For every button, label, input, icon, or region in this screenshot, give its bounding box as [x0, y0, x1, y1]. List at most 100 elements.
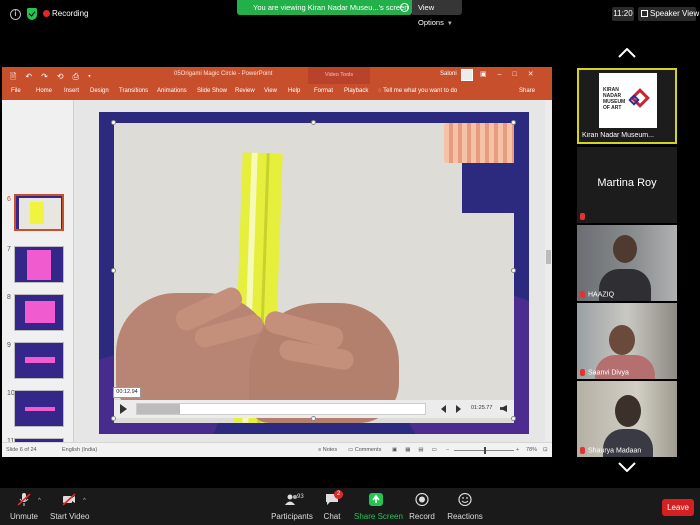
- slide-thumbnail-image[interactable]: [14, 246, 64, 283]
- ribbon-tab-view[interactable]: View: [264, 88, 277, 94]
- slide-thumbnail-image[interactable]: [14, 294, 64, 331]
- zoom-slider-knob[interactable]: [484, 447, 486, 454]
- ribbon-tab-insert[interactable]: Insert: [64, 88, 79, 94]
- meeting-top-bar: i Recording You are viewing Kiran Nadar …: [0, 0, 700, 28]
- record-button[interactable]: Record: [408, 488, 436, 525]
- chevron-up-icon[interactable]: ^: [38, 498, 41, 504]
- participant-tile[interactable]: Shaurya Madaan: [577, 381, 677, 457]
- share-screen-label: Share Screen: [354, 512, 403, 521]
- chat-button[interactable]: 2 Chat: [321, 488, 343, 525]
- vertical-scrollbar[interactable]: [545, 100, 552, 442]
- start-video-button[interactable]: Start Video: [50, 488, 89, 525]
- ribbon-tab-design[interactable]: Design: [90, 88, 109, 94]
- slide-number: 8: [7, 294, 11, 301]
- museum-logo: KIRAN NADAR MUSEUM OF ART: [599, 73, 657, 128]
- skip-forward-icon[interactable]: [456, 405, 461, 413]
- selection-handle[interactable]: [311, 120, 316, 125]
- muted-microphone-icon: [580, 368, 585, 376]
- tell-me-label: Tell me what you want to do: [383, 88, 458, 94]
- notes-button[interactable]: ≡ Notes: [318, 447, 337, 453]
- comments-button[interactable]: ▭ Comments: [348, 447, 381, 453]
- ribbon-tab-format[interactable]: Format: [314, 88, 333, 94]
- selection-handle[interactable]: [111, 120, 116, 125]
- participant-tile[interactable]: HAAZIQ: [577, 225, 677, 301]
- zoom-meeting-window: i Recording You are viewing Kiran Nadar …: [0, 0, 700, 525]
- ribbon-tab-transitions[interactable]: Transitions: [119, 88, 148, 94]
- user-avatar[interactable]: [461, 69, 473, 81]
- scrollbar-thumb[interactable]: [546, 250, 551, 264]
- selection-handle[interactable]: [511, 416, 516, 421]
- embedded-video[interactable]: [114, 123, 514, 423]
- slide-number: 7: [7, 246, 11, 253]
- muted-microphone-icon: [17, 493, 31, 506]
- ribbon-tab-help[interactable]: Help: [288, 88, 300, 94]
- participants-label: Participants: [271, 512, 313, 521]
- ribbon-tab-home[interactable]: Home: [36, 88, 52, 94]
- participant-tile[interactable]: Martina Roy: [577, 147, 677, 223]
- selection-handle[interactable]: [111, 268, 116, 273]
- reactions-button[interactable]: Reactions: [446, 488, 484, 525]
- chevron-up-icon[interactable]: ^: [83, 498, 86, 504]
- video-seek-track[interactable]: [136, 403, 426, 415]
- slide-thumbnail-image[interactable]: [14, 194, 64, 231]
- ribbon-share-button[interactable]: Share: [519, 88, 535, 94]
- fit-slide-icon[interactable]: ⊡: [543, 447, 548, 453]
- notes-label: Notes: [322, 447, 338, 453]
- chevron-up-icon[interactable]: [618, 48, 636, 58]
- slide-thumbnail[interactable]: 9: [2, 342, 73, 382]
- ribbon-tab-slide-show[interactable]: Slide Show: [197, 88, 227, 94]
- slide-thumbnail[interactable]: 10: [2, 390, 73, 430]
- meeting-clock: 11:20: [612, 7, 634, 21]
- video-tools-label: Video Tools: [308, 67, 370, 84]
- view-options-button[interactable]: View Options ▼: [412, 0, 462, 27]
- slide-thumbnail-pane[interactable]: 6 7 8 9 10 11: [2, 100, 74, 442]
- volume-icon[interactable]: [500, 405, 507, 412]
- zoom-level[interactable]: 78%: [526, 447, 537, 453]
- ribbon-tab-playback[interactable]: Playback: [344, 88, 368, 94]
- slide-thumbnail[interactable]: 8: [2, 294, 73, 334]
- language-indicator[interactable]: English (India): [62, 447, 97, 453]
- selection-handle[interactable]: [511, 268, 516, 273]
- slide-editing-canvas[interactable]: 00:12.94 01:25.77: [75, 100, 543, 442]
- slide-thumbnail[interactable]: 6: [2, 194, 73, 236]
- ribbon-tab-review[interactable]: Review: [235, 88, 255, 94]
- current-slide[interactable]: 00:12.94 01:25.77: [99, 112, 529, 434]
- slide-thumbnail[interactable]: 7: [2, 246, 73, 286]
- unmute-button[interactable]: Unmute: [6, 488, 42, 525]
- participant-tile[interactable]: Saanvi Divya: [577, 303, 677, 379]
- zoom-out-icon[interactable]: −: [446, 447, 449, 453]
- participant-tile[interactable]: KIRAN NADAR MUSEUM OF ART Kiran Nadar Mu…: [577, 68, 677, 144]
- chevron-down-icon[interactable]: [618, 462, 636, 472]
- share-screen-button[interactable]: Share Screen: [354, 488, 403, 525]
- signed-in-user[interactable]: Saloni: [440, 71, 457, 77]
- quick-access-toolbar[interactable]: 🗎↶↷⟲⎙▾: [10, 71, 100, 85]
- record-label: Record: [409, 512, 435, 521]
- selection-handle[interactable]: [511, 120, 516, 125]
- skip-back-icon[interactable]: [441, 405, 446, 413]
- security-shield-icon[interactable]: [27, 8, 37, 20]
- tell-me-search[interactable]: ◌ Tell me what you want to do: [378, 88, 457, 94]
- slide-thumbnail-5[interactable]: [2, 100, 73, 130]
- slide-number: 6: [7, 196, 11, 203]
- view-options-label: View Options: [418, 3, 444, 27]
- selection-handle[interactable]: [311, 416, 316, 421]
- ribbon-tab-animations[interactable]: Animations: [157, 88, 187, 94]
- ribbon-tab-file[interactable]: File: [11, 88, 21, 94]
- slide-thumbnail-image[interactable]: [14, 390, 64, 427]
- ribbon-tab-bar: File Home Insert Design Transitions Anim…: [2, 84, 552, 100]
- view-mode-buttons[interactable]: ▣▦▤▭: [392, 447, 445, 453]
- participants-button[interactable]: 93 Participants: [268, 488, 316, 525]
- speaker-view-button[interactable]: Speaker View: [638, 7, 699, 21]
- leave-button[interactable]: Leave: [662, 499, 694, 516]
- play-icon[interactable]: [120, 404, 127, 414]
- participant-name: Saanvi Divya: [580, 368, 629, 376]
- share-screen-icon: [369, 493, 383, 506]
- selection-handle[interactable]: [111, 416, 116, 421]
- slide-thumbnail-image[interactable]: [14, 342, 64, 379]
- unmute-label: Unmute: [9, 512, 38, 521]
- chat-label: Chat: [323, 512, 341, 521]
- info-icon[interactable]: i: [10, 9, 21, 20]
- window-controls[interactable]: ▣–□✕: [480, 70, 545, 78]
- record-icon: [415, 493, 429, 506]
- zoom-in-icon[interactable]: +: [516, 447, 519, 453]
